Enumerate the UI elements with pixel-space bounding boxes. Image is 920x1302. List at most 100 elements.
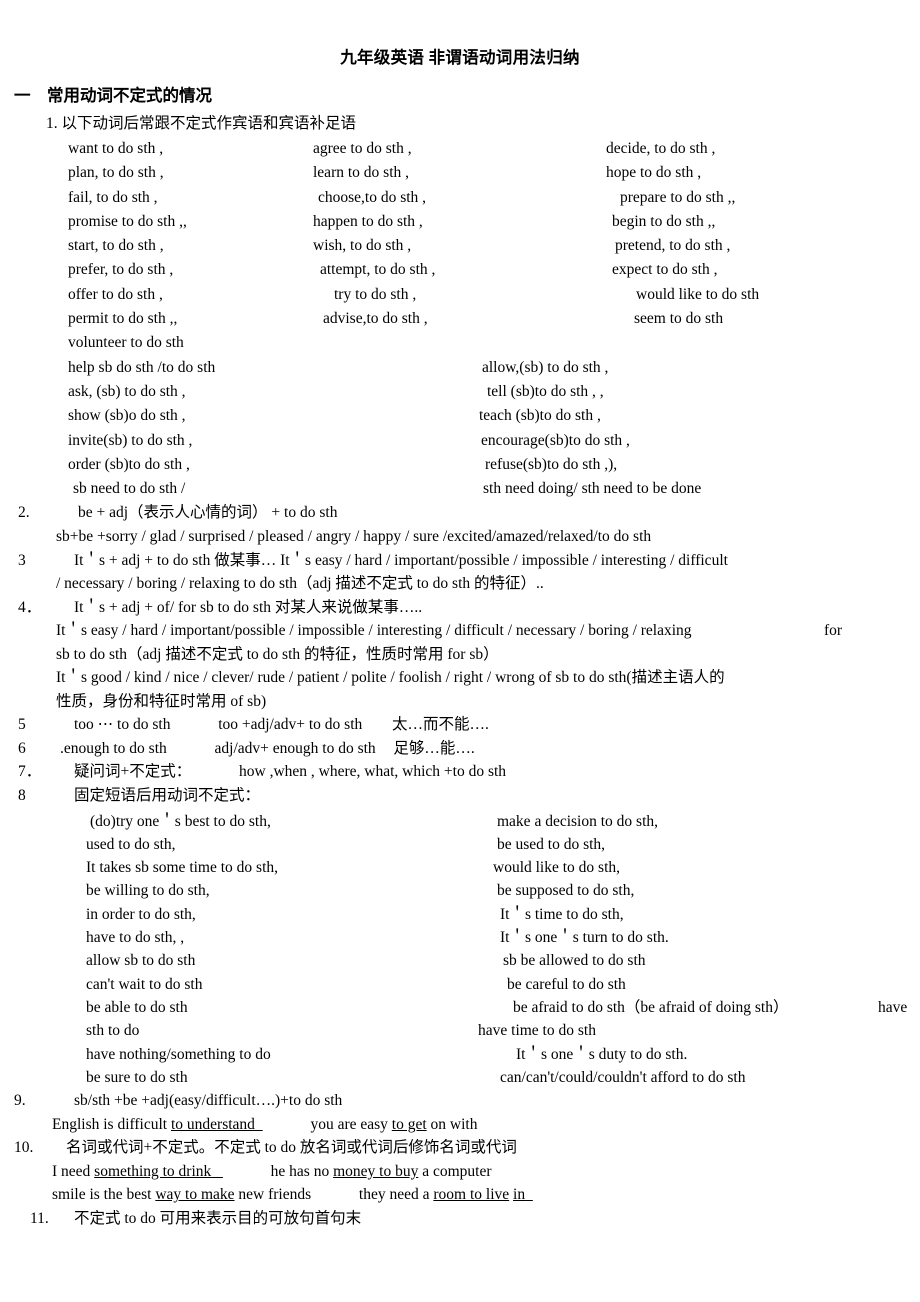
table-row: promise to do sth ,, happen to do sth , …: [0, 210, 920, 234]
verb-cell: learn to do sth ,: [313, 164, 409, 182]
item-10-text: 名词或代词+不定式。不定式 to do 放名词或代词后修饰名词或代词: [66, 1139, 517, 1157]
verb-cell: hope to do sth ,: [606, 164, 702, 182]
verb-cell: fail, to do sth ,: [68, 188, 158, 206]
table-row: allow sb to do sth sb be allowed to do s…: [0, 949, 920, 972]
table-row: ask, (sb) to do sth , tell (sb)to do sth…: [0, 380, 920, 404]
item-text: It＇s + adj + to do sth 做某事… It＇s easy / …: [74, 551, 728, 569]
item-number: 5: [18, 716, 26, 734]
item-4-line4: It＇s good / kind / nice / clever/ rude /…: [56, 669, 725, 687]
item-number: 11.: [30, 1209, 49, 1227]
example-text: they need a: [358, 1186, 430, 1204]
phrase-cell: be supposed to do sth,: [497, 882, 635, 900]
phrase-cell-tail: have: [878, 998, 908, 1016]
phrase-cell: make a decision to do sth,: [497, 812, 658, 830]
item-10: 10. 名词或代词+不定式。不定式 to do 放名词或代词后修饰名词或代词: [0, 1136, 920, 1160]
item-2-line2: sb+be +sorry / glad / surprised / please…: [56, 528, 652, 545]
verb-cell: agree to do sth ,: [313, 140, 412, 157]
item-7-a: 疑问词+不定式：: [74, 763, 192, 781]
table-row: want to do sth , agree to do sth , decid…: [0, 137, 920, 161]
table-row: have nothing/something to do It＇s one＇s …: [0, 1043, 920, 1066]
example-text: a computer: [422, 1162, 492, 1180]
item-3-line2: / necessary / boring / relaxing to do st…: [56, 575, 544, 593]
example-text: he has no: [270, 1162, 330, 1180]
phrase-cell: have to do sth, ,: [86, 929, 185, 947]
phrase-cell: have nothing/something to do: [86, 1045, 271, 1063]
item-1-heading: 1. 以下动词后常跟不定式作宾语和宾语补足语: [46, 115, 357, 132]
table-row: be able to do sth be afraid to do sth（be…: [0, 996, 920, 1019]
verb-cell: begin to do sth ,,: [612, 212, 716, 230]
table-row: offer to do sth , try to do sth , would …: [0, 283, 920, 307]
verb-cell: start, to do sth ,: [68, 237, 164, 255]
table-row: (do)try one＇s best to do sth, make a dec…: [0, 810, 920, 833]
table-row: can't wait to do sth be careful to do st…: [0, 973, 920, 996]
item-4-line2-main: It＇s easy / hard / important/possible / …: [56, 622, 692, 640]
item-6: 6 .enough to do sth adj/adv+ enough to d…: [0, 737, 920, 761]
verb-cell: sb need to do sth /: [73, 480, 186, 498]
item-11: 11. 不定式 to do 可用来表示目的可放句首句末: [0, 1207, 920, 1231]
item-text: It＇s + adj + of/ for sb to do sth 对某人来说做…: [74, 598, 423, 616]
table-row: sth to do have time to do sth: [0, 1019, 920, 1042]
example-underlined: way to make: [155, 1186, 235, 1204]
phrase-cell: would like to do sth,: [493, 859, 621, 877]
item-7-b: how ,when , where, what, which +to do st…: [239, 763, 507, 781]
example-underlined: something to drink: [94, 1162, 212, 1180]
item-number: 8: [18, 787, 26, 805]
phrase-cell: be sure to do sth: [86, 1068, 188, 1086]
item-5-a: too ⋯ to do sth: [74, 716, 171, 734]
verb-cell: allow,(sb) to do sth ,: [482, 358, 609, 376]
phrase-cell: be used to do sth,: [497, 835, 606, 853]
example-text: smile is the best: [52, 1186, 152, 1204]
phrase-cell: allow sb to do sth: [86, 952, 196, 970]
verb-cell: help sb do sth /to do sth: [68, 358, 216, 376]
verb-cell: offer to do sth ,: [68, 285, 163, 303]
table-row: prefer, to do sth , attempt, to do sth ,…: [0, 258, 920, 282]
verb-cell: choose,to do sth ,: [318, 188, 427, 206]
item-6-b: adj/adv+ enough to do sth: [214, 739, 376, 757]
item-4-line5: 性质，身份和特征时常用 of sb): [56, 692, 267, 710]
verb-cell: try to do sth ,: [334, 285, 417, 303]
example-text: new friends: [238, 1186, 312, 1204]
table-row: sb need to do sth / sth need doing/ sth …: [0, 477, 920, 501]
table-row: start, to do sth , wish, to do sth , pre…: [0, 234, 920, 258]
item-5-c: 太…而不能….: [392, 716, 489, 734]
table-row: permit to do sth ,, advise,to do sth , s…: [0, 307, 920, 331]
phrase-cell: be willing to do sth,: [86, 882, 210, 900]
verb-cell: prefer, to do sth ,: [68, 261, 174, 279]
item-8-text: 固定短语后用动词不定式：: [74, 787, 261, 805]
table-row: be willing to do sth, be supposed to do …: [0, 879, 920, 902]
example-underlined: in: [513, 1186, 526, 1204]
item-number: 7．: [18, 763, 42, 781]
verb-cell: advise,to do sth ,: [323, 310, 428, 328]
verb-cell: order (sb)to do sth ,: [68, 455, 190, 473]
verb-infinitive-grid: want to do sth , agree to do sth , decid…: [0, 137, 920, 356]
item-9: 9. sb/sth +be +adj(easy/difficult….)+to …: [0, 1089, 920, 1113]
verb-cell: volunteer to do sth: [68, 334, 184, 352]
item-8: 8 固定短语后用动词不定式：: [0, 784, 920, 808]
item-4-line2: It＇s easy / hard / important/possible / …: [0, 619, 920, 643]
phrase-cell: used to do sth,: [86, 835, 176, 853]
phrase-cell: be careful to do sth: [507, 975, 626, 993]
item-number: 10.: [14, 1139, 34, 1157]
item-4-line2-tail: for: [824, 622, 843, 640]
item-3: 3 It＇s + adj + to do sth 做某事… It＇s easy …: [0, 549, 920, 573]
table-row: have to do sth, , It＇s one＇s turn to do …: [0, 926, 920, 949]
phrase-cell: have time to do sth: [478, 1022, 596, 1040]
item-number: 6: [18, 739, 26, 757]
example-underlined: to get: [391, 1115, 427, 1133]
page-title: 九年级英语 非谓语动词用法归纳: [340, 48, 580, 67]
item-text: be + adj（表示人心情的词） + to do sth: [78, 504, 338, 522]
table-row: help sb do sth /to do sth allow,(sb) to …: [0, 356, 920, 380]
item-number: 3: [18, 551, 26, 569]
section-heading-1: 一 常用动词不定式的情况: [14, 86, 212, 105]
phrase-cell: can't wait to do sth: [86, 975, 203, 993]
example-underlined: to understand: [170, 1115, 255, 1133]
item-10-examples-2: smile is the best way to make new friend…: [0, 1183, 920, 1207]
item-6-c: 足够…能….: [393, 739, 475, 757]
item-number: 9.: [14, 1092, 26, 1110]
phrase-cell: It＇s time to do sth,: [500, 905, 624, 923]
verb-cell: tell (sb)to do sth , ,: [487, 382, 604, 400]
item-number: 2.: [18, 504, 30, 522]
table-row: fail, to do sth , choose,to do sth , pre…: [0, 186, 920, 210]
example-text: on with: [430, 1115, 478, 1133]
item-6-a: .enough to do sth: [60, 739, 167, 757]
